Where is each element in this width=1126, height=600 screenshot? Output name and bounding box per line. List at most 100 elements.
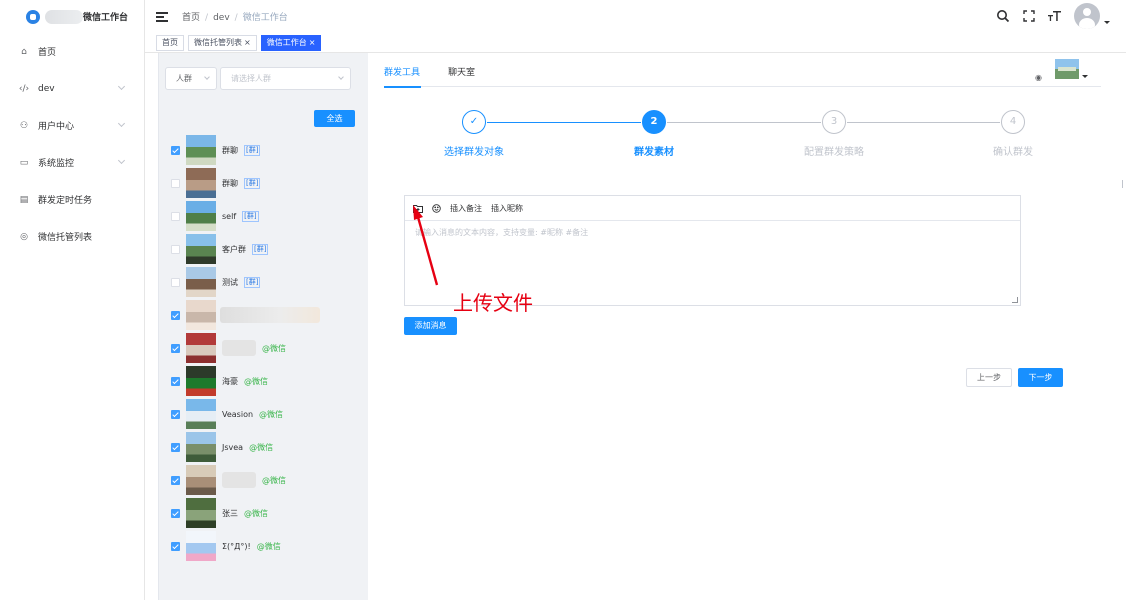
next-step-button[interactable]: 下一步 [1018,368,1063,387]
select-checkbox[interactable] [171,145,180,155]
group-list-item[interactable]: self [群] [171,201,259,231]
select-checkbox[interactable] [171,508,180,518]
avatar [186,333,216,363]
sidebar-item[interactable]: ⌂ 首页 [0,33,144,70]
step-connector [487,122,641,123]
breadcrumb-item-home[interactable]: 首页 [182,13,200,23]
select-checkbox[interactable] [171,442,180,452]
wechat-badge: @微信 [256,541,281,551]
caret-down-icon[interactable] [1082,75,1088,78]
sidebar-item-label: 首页 [38,48,57,58]
editor-toolbar: 插入备注 插入昵称 [405,196,1020,221]
sidebar: 微信工作台 ⌂ 首页 ‹/› dev ⚇ 用户中心 ▭ 系统监控 ▤ 群发定时任务 ◎ 微信托管列表 [0,0,145,600]
sidebar-item-label: dev [38,83,55,94]
sidebar-item[interactable]: ⚇ 用户中心 [0,107,144,144]
select-checkbox[interactable] [171,310,180,320]
add-message-button[interactable]: 添加消息 [404,317,457,335]
contact-name: 张三 [222,508,238,518]
sidebar-item[interactable]: ▤ 群发定时任务 [0,181,144,218]
select-checkbox[interactable] [171,343,180,353]
app-logo-icon [26,9,40,24]
main-content: 群发工具 聊天室 ◉ ✓ 选择群发对象 2 群发素材 3 配置群发策略 4 确认群发 插入备注… [368,53,1126,600]
group-list-item[interactable]: @微信 [171,465,286,495]
hamburger-icon[interactable] [156,11,168,22]
wechat-badge: @微信 [262,475,286,485]
crowd-type-select[interactable]: 人群 [165,67,217,90]
tab-chatroom[interactable]: 聊天室 [448,65,475,78]
insert-remark-button[interactable]: 插入备注 [450,203,482,214]
select-checkbox[interactable] [171,211,180,221]
sidebar-item[interactable]: ▭ 系统监控 [0,144,144,181]
wechat-list-icon: ◎ [20,231,28,242]
select-checkbox[interactable] [171,376,180,386]
sidebar-item-label: 微信托管列表 [38,233,93,243]
blurred-name [222,472,256,488]
group-list-item[interactable]: @微信 [171,333,286,363]
group-list-item[interactable]: Σ(°Д°)! @微信 [171,531,281,561]
account-avatar[interactable] [1055,59,1079,79]
select-checkbox[interactable] [171,541,180,551]
avatar [186,465,216,495]
group-list-item[interactable]: 张三 @微信 [171,498,268,528]
select-checkbox[interactable] [171,409,180,419]
tag-view-item[interactable]: 微信工作台 × [260,34,322,51]
crowd-select[interactable]: 请选择人群 [220,67,351,90]
scrollbar-marker [1122,180,1125,188]
step-label: 确认群发 [993,147,1033,158]
group-list-item[interactable]: 群聊 [群] [171,135,261,165]
contact-name: 海豪 [222,376,238,386]
tag-label: 首页 [162,37,178,47]
select-checkbox[interactable] [171,277,180,287]
breadcrumb-item-dev[interactable]: dev [213,13,230,23]
avatar [186,399,216,429]
group-list-item[interactable]: 海豪 @微信 [171,366,268,396]
group-badge: [群] [244,276,261,288]
group-badge: [群] [252,243,269,255]
group-list-item[interactable]: 测试 [群] [171,267,261,297]
chevron-down-icon [117,119,126,128]
group-list-item[interactable]: Veasion @微信 [171,399,283,429]
search-icon[interactable] [990,3,1016,29]
user-avatar[interactable] [1074,3,1100,29]
resize-handle[interactable] [1012,297,1018,303]
tab-mass-tool[interactable]: 群发工具 [384,65,420,78]
group-list-item[interactable]: 客户群 [群] [171,234,269,264]
caret-down-icon[interactable] [1104,20,1110,24]
fullscreen-icon[interactable] [1016,3,1042,29]
eye-icon[interactable]: ◉ [1035,73,1042,82]
font-size-icon[interactable] [1042,3,1068,29]
sidebar-item[interactable]: ◎ 微信托管列表 [0,218,144,255]
wechat-badge: @微信 [249,442,274,452]
insert-nickname-button[interactable]: 插入昵称 [491,203,523,214]
blurred-name [222,340,256,356]
group-badge: [群] [244,144,261,156]
contact-name: self [222,211,237,221]
select-checkbox[interactable] [171,244,180,254]
main-tabs: 群发工具 聊天室 [384,65,1101,88]
close-icon[interactable]: × [309,38,316,47]
avatar [186,531,216,561]
wechat-badge: @微信 [259,409,284,419]
select-checkbox[interactable] [171,178,180,188]
editor-placeholder: 请输入消息的文本内容，支持变量: #昵称 #备注 [415,228,589,237]
avatar [186,366,216,396]
annotation-arrow [413,205,439,286]
group-list-item[interactable]: Jsvea @微信 [171,432,273,462]
check-icon: ✓ [462,110,486,134]
tag-view-item[interactable]: 微信托管列表 × [188,34,257,51]
navbar: 首页 / dev / 微信工作台 [145,0,1126,33]
task-icon: ▤ [19,194,29,205]
sidebar-item[interactable]: ‹/› dev [0,70,144,107]
select-all-button[interactable]: 全选 [314,110,355,127]
tag-view-item[interactable]: 首页 [156,34,184,51]
step-connector [667,122,821,123]
chevron-down-icon [338,74,344,80]
avatar [186,267,216,297]
group-list-item[interactable] [171,300,320,330]
avatar [186,234,216,264]
brand-logo[interactable]: 微信工作台 [0,0,144,33]
group-list-item[interactable]: 群聊 [群] [171,168,261,198]
prev-step-button[interactable]: 上一步 [966,368,1012,387]
select-checkbox[interactable] [171,475,180,485]
close-icon[interactable]: × [244,38,251,47]
